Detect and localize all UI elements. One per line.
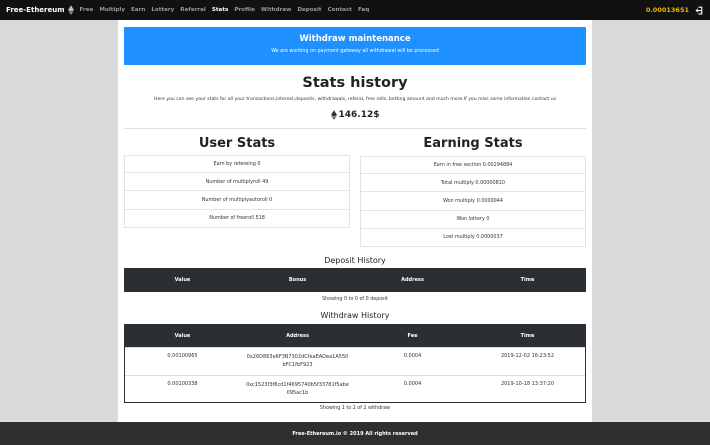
nav-links: Free Multiply Earn Lottery Referral Stat… (80, 7, 370, 13)
column-header[interactable]: Fee (355, 333, 470, 339)
list-item: Lost multiply 0.0000037 (360, 228, 586, 247)
nav-link-contact[interactable]: Contact (328, 7, 352, 13)
ethereum-icon (330, 110, 337, 120)
nav-link-free[interactable]: Free (80, 7, 94, 13)
deposit-history-title: Deposit History (324, 256, 386, 265)
withdraw-table: Value Address Fee Time 0.00100965 0x26D8… (124, 324, 586, 403)
withdraw-history-title: Withdraw History (320, 311, 390, 320)
alert-text: We are working on payment gateway all wi… (271, 49, 439, 54)
column-header[interactable]: Address (240, 333, 355, 339)
footer: Free-Ethereum.io © 2019 All rights reser… (0, 422, 710, 445)
nav-link-earn[interactable]: Earn (131, 7, 145, 13)
column-header[interactable]: Time (470, 333, 585, 339)
list-item: Won multiply 0.0000044 (360, 192, 586, 211)
column-header[interactable]: Time (470, 277, 585, 283)
table-header: Value Bonus Address Time (125, 269, 585, 291)
user-stats-title: User Stats (198, 136, 276, 151)
list-item: Number of multiplyautoroll 0 (124, 191, 350, 210)
nav-link-faq[interactable]: Faq (358, 7, 369, 13)
column-header[interactable]: Address (355, 277, 470, 283)
column-header[interactable]: Value (125, 277, 240, 283)
withdraw-value: 0.00100965 (167, 353, 198, 359)
nav-link-deposit[interactable]: Deposit (297, 7, 321, 13)
list-item: Total multiply 0.00000810 (360, 174, 586, 193)
user-stats-list: Earn by refereing 0 Number of multiplyro… (124, 155, 350, 228)
table-header: Value Address Fee Time (125, 325, 585, 347)
nav-link-referral[interactable]: Referral (180, 7, 206, 13)
column-header[interactable]: Value (125, 333, 240, 339)
page-title: Stats history (302, 75, 408, 91)
table-row: 0.00100338 0xc1523f3f8cd1f4695740b5f3378… (125, 374, 585, 403)
brand[interactable]: Free-Ethereum (6, 5, 74, 15)
list-item: Earn by refereing 0 (124, 155, 350, 174)
nav-link-stats[interactable]: Stats (212, 7, 228, 13)
page-subtitle: Here you can see your stats for all your… (154, 97, 556, 102)
withdraw-fee: 0.0004 (403, 380, 422, 387)
navbar: Free-Ethereum Free Multiply Earn Lottery… (0, 0, 710, 20)
deposit-table: Value Bonus Address Time (124, 268, 586, 292)
deposit-table-info: Showing 0 to 0 of 0 deposit (322, 297, 388, 302)
withdraw-value: 0.00100338 (167, 380, 198, 387)
nav-link-withdraw[interactable]: Withdraw (261, 7, 291, 13)
nav-right: 0.00013651 (646, 6, 704, 15)
ethereum-icon (67, 5, 74, 15)
total-value: 146.12$ (118, 110, 592, 120)
list-item: Won lottery 0 (360, 210, 586, 229)
logout-icon[interactable] (695, 6, 704, 15)
main-content: Withdraw maintenance We are working on p… (118, 20, 592, 422)
maintenance-alert: Withdraw maintenance We are working on p… (124, 27, 586, 65)
withdraw-time: 2019-10-18 13:37:20 (500, 380, 555, 387)
list-item: Number of multiplyroll 49 (124, 173, 350, 192)
earning-stats-list: Earn in free section 0.00294884 Total mu… (360, 156, 586, 247)
withdraw-time: 2019-12-02 16:23:52 (500, 353, 555, 359)
total-amount: 146.12$ (338, 110, 380, 120)
list-item: Number of freeroll 518 (124, 209, 350, 228)
column-header[interactable]: Bonus (240, 277, 355, 283)
nav-link-lottery[interactable]: Lottery (151, 7, 174, 13)
divider (124, 128, 586, 129)
withdraw-fee: 0.0004 (403, 353, 422, 359)
nav-link-profile[interactable]: Profile (234, 7, 255, 13)
brand-name: Free-Ethereum (6, 6, 65, 14)
withdraw-table-info: Showing 1 to 2 of 2 withdraw (319, 406, 391, 411)
table-row: 0.00100965 0x26D863e6F3B7302dCfeaEADea1A… (125, 347, 585, 375)
balance: 0.00013651 (645, 6, 689, 14)
alert-title: Withdraw maintenance (299, 34, 411, 44)
withdraw-address: 0xc1523f3f8cd1f4695740b5f33781f5abe 095a… (246, 381, 349, 396)
nav-link-multiply[interactable]: Multiply (99, 7, 125, 13)
list-item: Earn in free section 0.00294884 (360, 156, 586, 175)
earning-stats-title: Earning Stats (423, 136, 523, 151)
withdraw-address: 0x26D863e6F3B7302dCfeaEADea1A550 bFC1fbF… (246, 354, 349, 368)
